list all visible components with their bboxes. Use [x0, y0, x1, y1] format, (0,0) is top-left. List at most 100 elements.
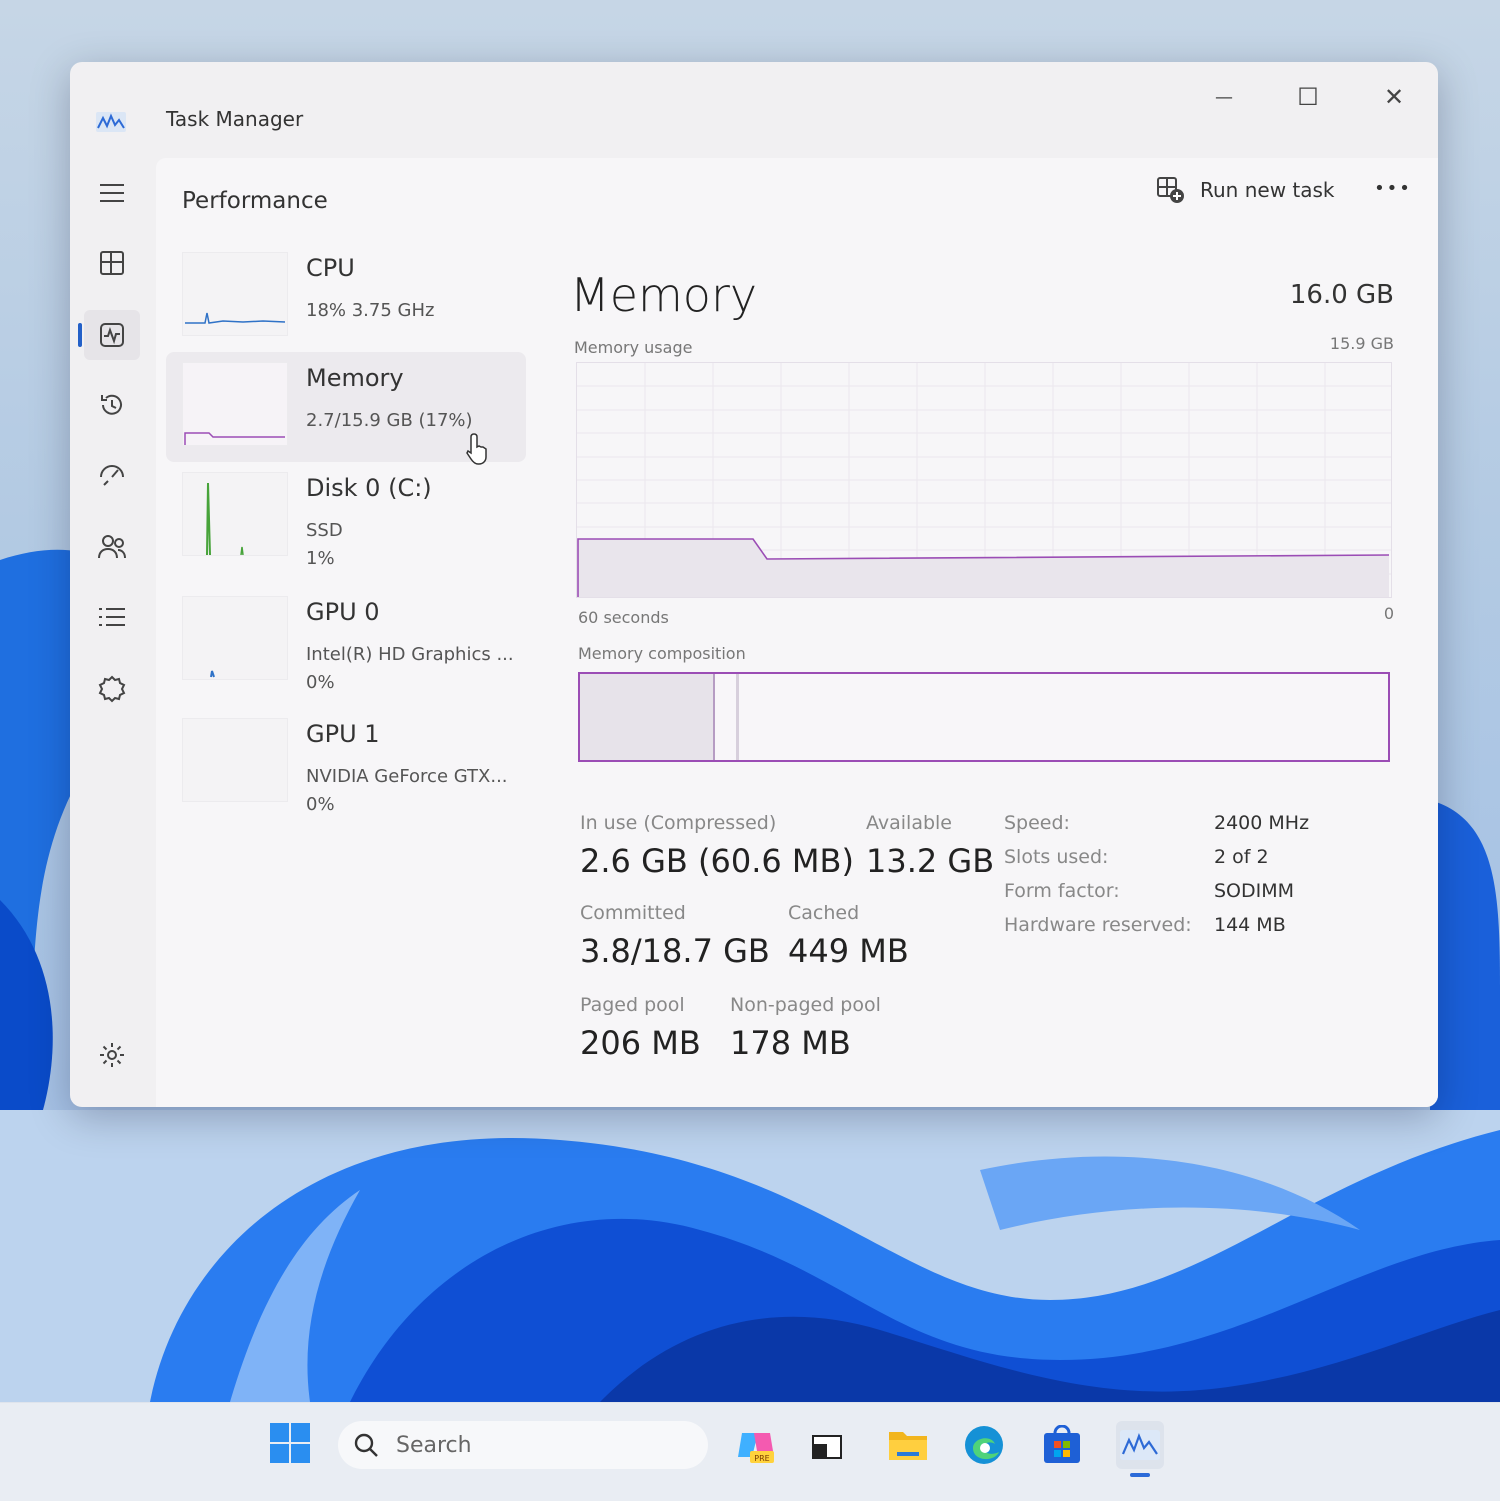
gpu0-thumbnail-graph [182, 596, 288, 680]
device-usage: 1% [306, 548, 335, 569]
file-explorer-icon [889, 1432, 927, 1460]
graph-axis-min: 0 [1383, 604, 1394, 623]
details-icon [99, 608, 125, 626]
nav-settings[interactable] [84, 1030, 140, 1080]
processes-icon [100, 251, 124, 275]
disk-thumbnail-graph [182, 472, 288, 556]
close-button[interactable]: ✕ [1364, 74, 1424, 120]
in-use-label: In use (Compressed) [580, 812, 777, 834]
users-icon [98, 535, 126, 559]
taskbar-task-view[interactable] [804, 1421, 852, 1469]
start-button[interactable] [270, 1423, 310, 1463]
composition-modified-segment [736, 674, 739, 760]
task-manager-window: Task Manager — ☐ ✕ Performance Run new t… [70, 62, 1438, 1107]
device-name: Memory [306, 364, 404, 392]
composition-in-use-segment [580, 674, 716, 760]
title-bar[interactable]: Task Manager — ☐ ✕ [70, 62, 1438, 152]
active-indicator [78, 323, 82, 347]
maximize-button[interactable]: ☐ [1278, 74, 1338, 120]
task-view-icon [812, 1435, 842, 1459]
copilot-icon: PRE [738, 1433, 774, 1463]
taskbar: Search PRE [0, 1402, 1500, 1501]
hand-cursor-icon [466, 433, 487, 465]
non-paged-pool-value: 178 MB [730, 1024, 851, 1062]
nav-details[interactable] [84, 592, 140, 642]
taskbar-edge[interactable] [960, 1421, 1008, 1469]
taskbar-copilot[interactable]: PRE [732, 1421, 780, 1469]
minimize-icon: — [1215, 86, 1233, 108]
spec-value: SODIMM [1214, 880, 1295, 902]
svg-text:PRE: PRE [754, 1454, 769, 1463]
device-name: CPU [306, 254, 355, 282]
performance-icon [100, 323, 124, 347]
nav-performance[interactable] [78, 310, 140, 360]
in-use-value: 2.6 GB (60.6 MB) [580, 842, 854, 880]
nav-users[interactable] [84, 522, 140, 572]
windows-logo-icon [270, 1423, 310, 1463]
taskbar-search-box[interactable]: Search [338, 1421, 708, 1469]
device-usage: 0% [306, 794, 335, 815]
paged-pool-label: Paged pool [580, 994, 685, 1016]
gpu1-thumbnail-graph [182, 718, 288, 802]
task-manager-icon [1120, 1430, 1160, 1460]
cpu-thumbnail-graph [182, 252, 288, 336]
nav-startup-apps[interactable] [84, 450, 140, 500]
taskbar-task-manager[interactable] [1116, 1421, 1164, 1477]
cached-label: Cached [788, 902, 860, 924]
maximize-icon: ☐ [1297, 83, 1319, 111]
memory-composition-label: Memory composition [578, 644, 746, 663]
spec-key: Speed: [1004, 812, 1070, 834]
device-disk[interactable]: Disk 0 (C:) SSD 1% [166, 462, 526, 572]
close-icon: ✕ [1383, 83, 1405, 111]
memory-thumbnail-graph [182, 362, 288, 446]
services-icon [98, 675, 126, 703]
startup-apps-icon [100, 465, 124, 486]
memory-usage-max: 15.9 GB [1329, 334, 1394, 353]
device-gpu1[interactable]: GPU 1 NVIDIA GeForce GTX... 0% [166, 708, 526, 818]
nav-hamburger-button[interactable] [84, 168, 140, 218]
search-icon [354, 1433, 378, 1457]
performance-page: Performance Run new task ••• CPU 18% 3.7… [156, 158, 1438, 1107]
device-detail: Intel(R) HD Graphics ... [306, 644, 514, 665]
navigation-rail [70, 152, 156, 1107]
device-detail: 2.7/15.9 GB (17%) [306, 410, 473, 431]
device-usage: 0% [306, 672, 335, 693]
spec-key: Form factor: [1004, 880, 1120, 902]
non-paged-pool-label: Non-paged pool [730, 994, 881, 1016]
device-cpu[interactable]: CPU 18% 3.75 GHz [166, 242, 526, 352]
device-detail: SSD [306, 520, 343, 541]
spec-key: Hardware reserved: [1004, 914, 1192, 936]
available-value: 13.2 GB [866, 842, 995, 880]
nav-processes[interactable] [84, 238, 140, 288]
spec-value: 2 of 2 [1214, 846, 1269, 868]
page-title: Performance [182, 188, 328, 214]
nav-services[interactable] [84, 664, 140, 714]
detail-title: Memory [570, 268, 758, 322]
more-options-button[interactable]: ••• [1371, 168, 1415, 208]
device-detail: NVIDIA GeForce GTX... [306, 766, 508, 787]
edge-icon [965, 1426, 1003, 1464]
store-icon [1044, 1425, 1080, 1463]
window-title: Task Manager [166, 107, 304, 131]
minimize-button[interactable]: — [1194, 74, 1254, 120]
graph-time-axis-left: 60 seconds [578, 608, 669, 627]
taskbar-file-explorer[interactable] [884, 1421, 932, 1469]
taskbar-store[interactable] [1038, 1421, 1086, 1469]
run-new-task-button[interactable]: Run new task [1146, 170, 1345, 210]
device-gpu0[interactable]: GPU 0 Intel(R) HD Graphics ... 0% [166, 586, 526, 696]
run-new-task-label: Run new task [1200, 178, 1335, 202]
search-placeholder: Search [396, 1432, 472, 1458]
run-new-task-icon [1157, 177, 1184, 203]
device-name: GPU 0 [306, 598, 380, 626]
app-history-icon [101, 394, 122, 415]
device-memory[interactable]: Memory 2.7/15.9 GB (17%) [166, 352, 526, 465]
spec-value: 144 MB [1214, 914, 1286, 936]
committed-label: Committed [580, 902, 686, 924]
committed-value: 3.8/18.7 GB [580, 932, 770, 970]
nav-app-history[interactable] [84, 380, 140, 430]
available-label: Available [866, 812, 953, 834]
cached-value: 449 MB [788, 932, 909, 970]
more-icon: ••• [1374, 177, 1412, 199]
hamburger-menu-icon [100, 184, 124, 202]
device-detail: 18% 3.75 GHz [306, 300, 435, 321]
